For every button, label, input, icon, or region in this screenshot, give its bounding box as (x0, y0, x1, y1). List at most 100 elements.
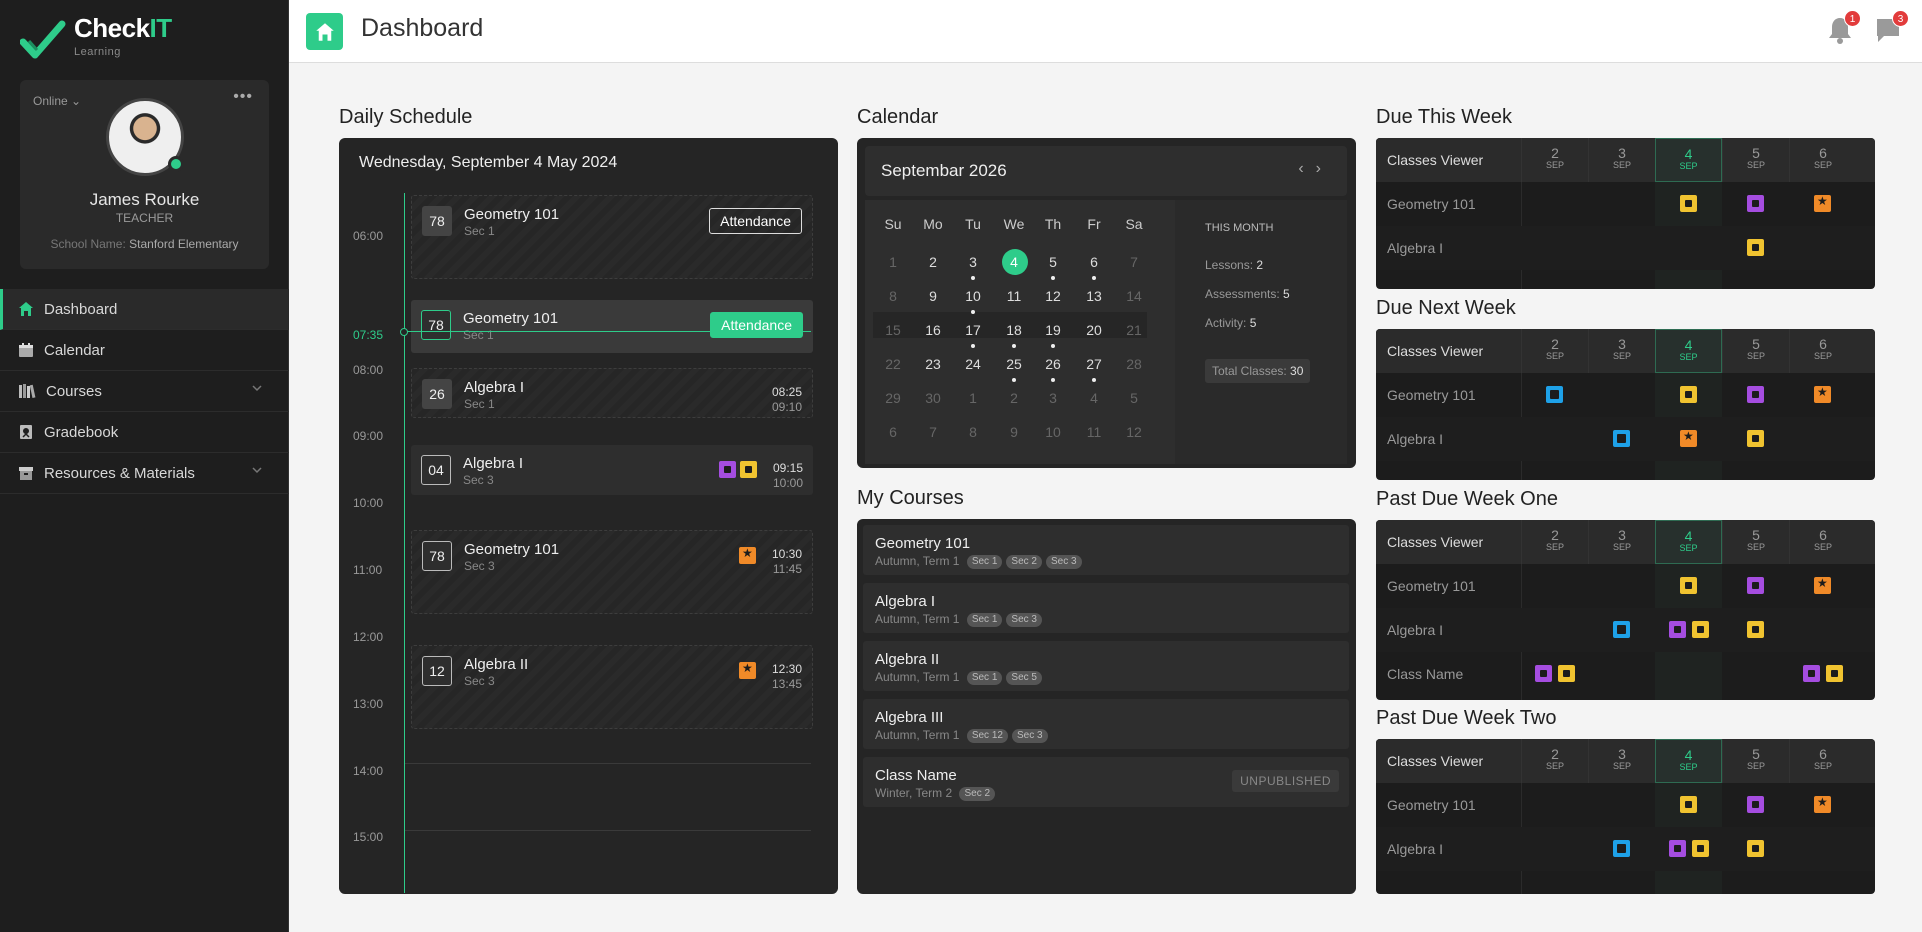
day-column-header[interactable]: 2 SEP (1521, 329, 1588, 373)
video-icon[interactable] (1613, 621, 1630, 639)
day-column-header[interactable]: 2 SEP (1521, 138, 1588, 182)
calendar-day[interactable]: 24 (953, 351, 993, 377)
chevron-down-icon[interactable] (251, 382, 263, 394)
classes-viewer-label[interactable]: Classes Viewer (1376, 329, 1521, 373)
due-row[interactable]: Algebra I (1376, 417, 1875, 461)
messages-button[interactable]: 3 (1875, 10, 1909, 49)
nav-item-resources[interactable]: Resources & Materials (0, 453, 289, 494)
attendance-button[interactable]: Attendance (710, 312, 803, 338)
status-dropdown[interactable]: Online ⌄ (33, 94, 81, 108)
puzzle-icon[interactable] (1692, 840, 1709, 858)
calendar-day[interactable]: 21 (1114, 317, 1154, 343)
puzzle-icon[interactable] (1747, 239, 1764, 257)
calendar-day[interactable]: 11 (994, 283, 1034, 309)
day-column-header[interactable]: 3 SEP (1588, 520, 1655, 564)
puzzle-icon[interactable] (1747, 840, 1764, 858)
puzzle-icon[interactable] (1747, 430, 1764, 448)
day-column-header[interactable]: 4 SEP (1655, 329, 1722, 373)
puzzle-icon[interactable] (1680, 577, 1697, 595)
calendar-day[interactable]: 29 (873, 385, 913, 411)
star-icon[interactable] (1814, 795, 1831, 814)
calendar-day[interactable]: 11 (1074, 419, 1114, 445)
due-row[interactable]: Geometry 101 (1376, 783, 1875, 827)
classes-viewer-label[interactable]: Classes Viewer (1376, 520, 1521, 564)
calendar-day[interactable]: 1 (873, 249, 913, 275)
calendar-day[interactable]: 17 (953, 317, 993, 348)
calendar-day[interactable]: 7 (1114, 249, 1154, 275)
puzzle-icon[interactable] (740, 461, 757, 479)
calendar-day[interactable]: 28 (1114, 351, 1154, 377)
calendar-day[interactable]: 3 (1033, 385, 1073, 411)
schedule-item[interactable]: 12 Algebra II Sec 3 12:3013:45 (411, 645, 813, 729)
puzzle-icon[interactable] (1680, 195, 1697, 213)
section-tag[interactable]: Sec 5 (1006, 670, 1042, 685)
section-tag[interactable]: Sec 2 (1006, 554, 1042, 569)
due-row[interactable]: Geometry 101 (1376, 564, 1875, 608)
star-icon[interactable] (1814, 385, 1831, 404)
section-tag[interactable]: Sec 1 (966, 554, 1003, 569)
day-column-header[interactable]: 3 SEP (1588, 138, 1655, 182)
schedule-item[interactable]: 78 Geometry 101 Sec 3 10:3011:45 (411, 530, 813, 614)
calendar-day[interactable]: 27 (1074, 351, 1114, 382)
day-column-header[interactable]: 2 SEP (1521, 520, 1588, 564)
day-column-header[interactable]: 5 SEP (1722, 520, 1789, 564)
calendar-day[interactable]: 23 (913, 351, 953, 377)
section-tag[interactable]: Sec 3 (1011, 728, 1048, 743)
course-card[interactable]: Geometry 101 Autumn, Term 1 Sec 1 Sec 2 Sec… (863, 525, 1349, 575)
calendar-day[interactable]: 6 (1074, 249, 1114, 280)
day-column-header[interactable]: 6 SEP (1789, 138, 1856, 182)
day-column-header[interactable]: 5 SEP (1722, 329, 1789, 373)
section-tag[interactable]: Sec 1 (966, 670, 1003, 685)
notifications-button[interactable]: 1 (1827, 10, 1861, 49)
calendar-day[interactable]: 10 (1033, 419, 1073, 445)
calendar-day[interactable]: 19 (1033, 317, 1073, 348)
video-icon[interactable] (1546, 386, 1563, 404)
calendar-day[interactable]: 22 (873, 351, 913, 377)
schedule-item[interactable]: 26 Algebra I Sec 1 08:25 09:10 (411, 368, 813, 418)
assessment-icon[interactable] (1669, 840, 1686, 858)
assessment-icon[interactable] (1747, 796, 1764, 814)
calendar-day[interactable]: 15 (873, 317, 913, 343)
calendar-day[interactable]: 20 (1074, 317, 1114, 343)
attendance-button[interactable]: Attendance (709, 208, 802, 234)
more-options-icon[interactable]: ••• (233, 88, 253, 106)
home-button[interactable] (306, 13, 343, 50)
nav-item-calendar[interactable]: Calendar (0, 330, 289, 371)
calendar-day[interactable]: 12 (1033, 283, 1073, 309)
day-column-header[interactable]: 4 SEP (1655, 138, 1722, 182)
assessment-icon[interactable] (1669, 621, 1686, 639)
calendar-day[interactable]: 7 (913, 419, 953, 445)
calendar-day[interactable]: 8 (953, 419, 993, 445)
calendar-day[interactable]: 5 (1114, 385, 1154, 411)
calendar-day[interactable]: 18 (994, 317, 1034, 348)
star-icon[interactable] (1814, 576, 1831, 595)
day-column-header[interactable]: 6 SEP (1789, 739, 1856, 783)
puzzle-icon[interactable] (1680, 386, 1697, 404)
calendar-day[interactable]: 6 (873, 419, 913, 445)
assessment-icon[interactable] (1747, 386, 1764, 404)
due-row[interactable]: Algebra I (1376, 608, 1875, 652)
day-column-header[interactable]: 2 SEP (1521, 739, 1588, 783)
assessment-icon[interactable] (1535, 665, 1552, 683)
course-card[interactable]: Algebra III Autumn, Term 1 Sec 12 Sec 3 (863, 699, 1349, 749)
section-tag[interactable]: Sec 12 (966, 728, 1008, 743)
nav-item-courses[interactable]: Courses (0, 371, 289, 412)
star-icon[interactable] (739, 546, 756, 565)
app-logo[interactable]: CheckIT Learning (20, 15, 172, 62)
schedule-item[interactable]: 78 Geometry 101 Sec 1 Attendance (411, 300, 813, 353)
day-column-header[interactable]: 6 SEP (1789, 520, 1856, 564)
video-icon[interactable] (1613, 430, 1630, 448)
next-month-button[interactable]: › (1316, 160, 1333, 177)
day-column-header[interactable]: 5 SEP (1722, 739, 1789, 783)
schedule-item[interactable]: 04 Algebra I Sec 3 09:15 10:00 (411, 445, 813, 495)
calendar-day[interactable]: 5 (1033, 249, 1073, 280)
star-icon[interactable] (739, 661, 756, 680)
calendar-day[interactable]: 1 (953, 385, 993, 411)
schedule-item[interactable]: 78 Geometry 101 Sec 1 Attendance (411, 195, 813, 279)
due-row[interactable]: Geometry 101 (1376, 373, 1875, 417)
star-icon[interactable] (1814, 194, 1831, 213)
calendar-day[interactable]: 2 (913, 249, 953, 275)
due-row[interactable]: Geometry 101 (1376, 182, 1875, 226)
puzzle-icon[interactable] (1826, 665, 1843, 683)
calendar-day[interactable]: 25 (994, 351, 1034, 382)
